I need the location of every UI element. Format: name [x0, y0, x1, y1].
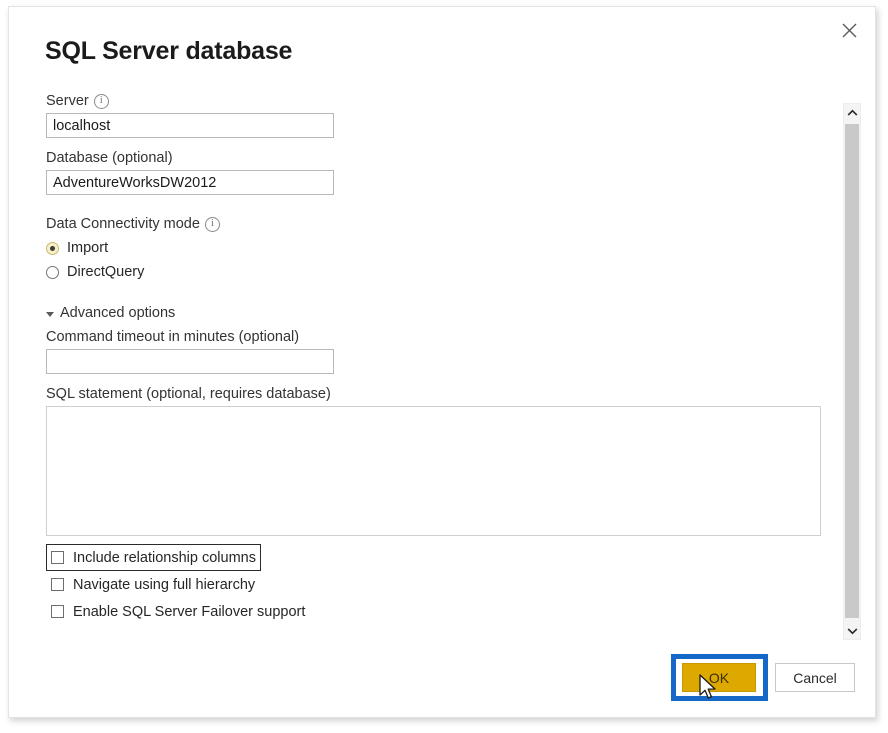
checkbox-label: Enable SQL Server Failover support: [73, 603, 306, 620]
sql-server-database-dialog: SQL Server database Server Database (opt…: [8, 6, 876, 718]
info-icon[interactable]: [93, 93, 109, 109]
info-icon[interactable]: [204, 216, 220, 232]
command-timeout-label: Command timeout in minutes (optional): [46, 329, 836, 345]
server-input[interactable]: [46, 113, 334, 138]
radio-import-label: Import: [67, 240, 109, 256]
radio-button-import[interactable]: [46, 241, 59, 255]
advanced-options-toggle[interactable]: Advanced options: [46, 305, 836, 321]
checkbox-navigate-full-hierarchy[interactable]: Navigate using full hierarchy: [46, 571, 260, 598]
chevron-up-icon[interactable]: [844, 104, 860, 121]
chevron-down-icon[interactable]: [844, 622, 860, 639]
database-input[interactable]: [46, 170, 334, 195]
database-label-text: Database (optional): [46, 150, 173, 166]
close-icon[interactable]: [829, 13, 869, 47]
connection-form: Server Database (optional) Data Connecti…: [46, 93, 836, 625]
connectivity-mode-label-text: Data Connectivity mode: [46, 216, 200, 232]
server-label-text: Server: [46, 93, 89, 109]
page-title: SQL Server database: [45, 37, 293, 65]
radio-directquery-label: DirectQuery: [67, 264, 145, 280]
sql-statement-input[interactable]: [46, 406, 821, 536]
vertical-scrollbar[interactable]: [843, 103, 861, 640]
checkbox-box[interactable]: [51, 551, 64, 564]
server-label: Server: [46, 93, 836, 109]
sql-statement-label: SQL statement (optional, requires databa…: [46, 386, 836, 402]
command-timeout-label-text: Command timeout in minutes (optional): [46, 329, 300, 345]
radio-directquery[interactable]: DirectQuery: [46, 260, 836, 284]
checkbox-box[interactable]: [51, 578, 64, 591]
database-label: Database (optional): [46, 150, 836, 166]
scrollbar-thumb[interactable]: [845, 124, 859, 618]
sql-statement-label-text: SQL statement (optional, requires databa…: [46, 386, 331, 402]
command-timeout-input[interactable]: [46, 349, 334, 374]
checkbox-label: Navigate using full hierarchy: [73, 576, 256, 593]
radio-button-directquery[interactable]: [46, 265, 59, 279]
triangle-expanded-icon: [46, 311, 54, 317]
cancel-button[interactable]: Cancel: [775, 663, 855, 692]
checkbox-label: Include relationship columns: [73, 549, 256, 566]
connectivity-mode-label: Data Connectivity mode: [46, 216, 836, 232]
advanced-options-label: Advanced options: [60, 305, 176, 321]
checkbox-enable-failover-support[interactable]: Enable SQL Server Failover support: [46, 598, 310, 625]
ok-button[interactable]: OK: [682, 663, 756, 692]
radio-import[interactable]: Import: [46, 236, 836, 260]
checkbox-include-relationship-columns[interactable]: Include relationship columns: [46, 544, 261, 571]
dialog-scroll-area: Server Database (optional) Data Connecti…: [10, 85, 855, 645]
checkbox-box[interactable]: [51, 605, 64, 618]
